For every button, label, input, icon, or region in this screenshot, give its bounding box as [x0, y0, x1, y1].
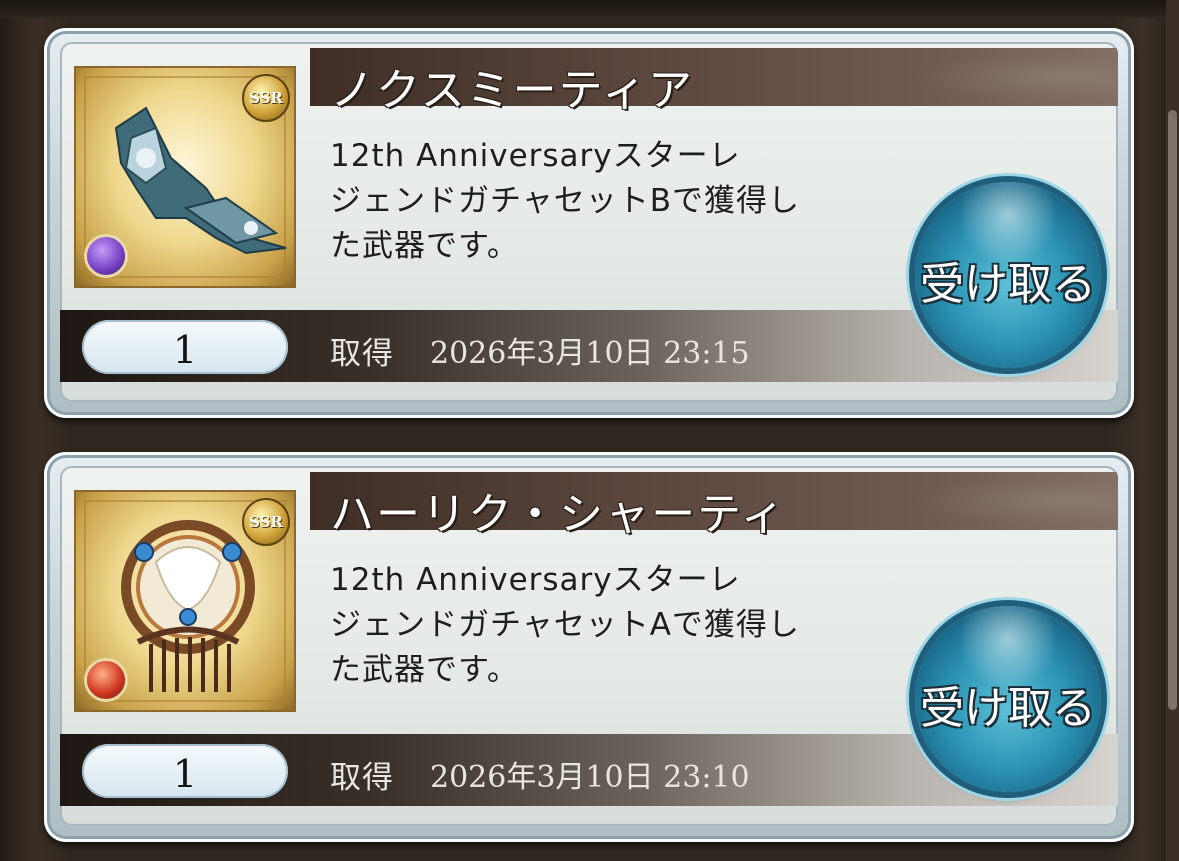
- description-line: た武器です。: [330, 652, 519, 688]
- receive-button[interactable]: 受け取る: [915, 606, 1101, 792]
- quantity-value: 1: [172, 752, 198, 796]
- description-line: 12th Anniversaryスターレ: [330, 562, 741, 598]
- acquired-label: 取得: [330, 760, 394, 796]
- description-line: た武器です。: [330, 228, 519, 264]
- item-name: ノクスミーティア: [330, 65, 695, 116]
- card-panel: ハーリク・シャーティ SSR 12th Anniversaryスターレ ジェンド…: [60, 466, 1118, 826]
- item-description: 12th Anniversaryスターレ ジェンドガチャセットBで獲得し た武器…: [330, 134, 890, 269]
- acquired-date: 2026年3月10日 23:15: [430, 336, 750, 371]
- rarity-badge: SSR: [242, 498, 290, 546]
- item-description: 12th Anniversaryスターレ ジェンドガチャセットAで獲得し た武器…: [330, 558, 890, 693]
- quantity-value: 1: [172, 328, 198, 372]
- acquired-date: 2026年3月10日 23:10: [430, 760, 750, 795]
- item-card: ノクスミーティア SSR 12th Anniversaryスターレ ジェンドガチ…: [44, 28, 1134, 418]
- dark-element-icon: [84, 234, 128, 278]
- fire-element-icon: [84, 658, 128, 702]
- item-card: ハーリク・シャーティ SSR 12th Anniversaryスターレ ジェンド…: [44, 452, 1134, 842]
- description-line: 12th Anniversaryスターレ: [330, 138, 741, 174]
- receive-button-label: 受け取る: [920, 259, 1096, 310]
- rarity-badge: SSR: [242, 74, 290, 122]
- weapon-thumbnail: SSR: [74, 66, 296, 288]
- quantity-badge: 1: [82, 744, 288, 798]
- description-line: ジェンドガチャセットBで獲得し: [330, 183, 800, 219]
- weapon-thumbnail: SSR: [74, 490, 296, 712]
- description-line: ジェンドガチャセットAで獲得し: [330, 607, 800, 643]
- item-name: ハーリク・シャーティ: [330, 489, 787, 540]
- receive-button-label: 受け取る: [920, 683, 1096, 734]
- receive-button[interactable]: 受け取る: [915, 182, 1101, 368]
- scrollbar[interactable]: [1166, 0, 1179, 861]
- scrollbar-thumb[interactable]: [1168, 110, 1177, 710]
- card-panel: ノクスミーティア SSR 12th Anniversaryスターレ ジェンドガチ…: [60, 42, 1118, 402]
- acquired-label: 取得: [330, 336, 394, 372]
- quantity-badge: 1: [82, 320, 288, 374]
